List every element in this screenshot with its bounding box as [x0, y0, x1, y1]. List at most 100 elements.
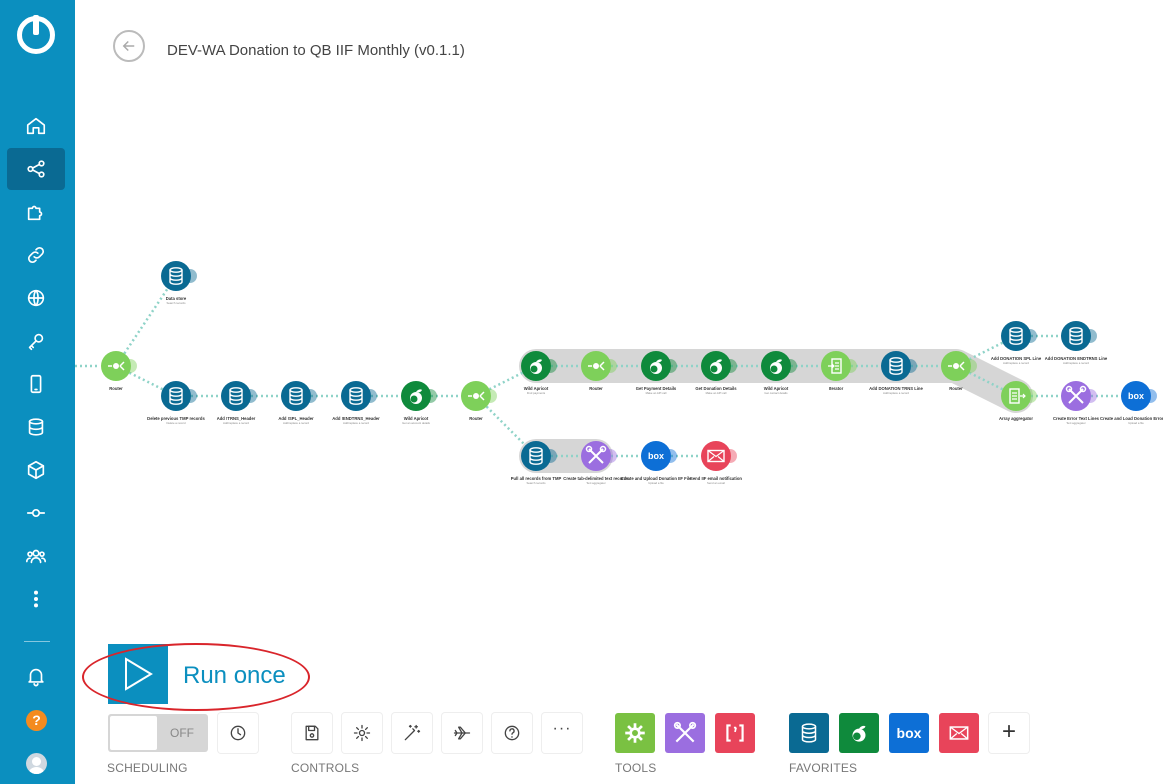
sidebar-item-connections[interactable]	[7, 234, 65, 276]
favorite-datastore[interactable]	[789, 713, 829, 753]
module-sublabel: Upload a file	[648, 481, 664, 485]
module-sublabel: Add/replace a record	[283, 421, 309, 425]
sidebar-item-webhooks[interactable]	[7, 277, 65, 319]
module-sublabel: Get an account details	[402, 421, 430, 425]
schedule-settings-button[interactable]	[218, 713, 258, 753]
toggle-state: OFF	[170, 726, 194, 740]
tools-label: TOOLS	[615, 761, 657, 775]
sidebar-item-notifications[interactable]	[7, 655, 65, 697]
arrow-left-icon	[122, 40, 135, 52]
flow-module[interactable]: Router	[101, 351, 137, 391]
module-label: Array aggregator	[999, 416, 1033, 421]
save-button[interactable]	[292, 713, 332, 753]
box-icon: box	[896, 725, 922, 741]
tools-tools[interactable]	[665, 713, 705, 753]
flow-module[interactable]: Send IIF email notificationSend an email	[690, 441, 742, 485]
sidebar-item-keys[interactable]	[7, 320, 65, 362]
share-icon	[27, 160, 45, 178]
flow-module[interactable]: Add !SPL_HeaderAdd/replace a record	[278, 381, 317, 425]
clock-icon	[230, 725, 246, 741]
sidebar-item-home[interactable]	[7, 105, 65, 147]
home-icon	[26, 117, 46, 135]
save-icon	[305, 725, 319, 741]
more-controls-button[interactable]: ···	[542, 713, 582, 753]
flow-module[interactable]: Create Error Text LinesText aggregator	[1053, 381, 1100, 425]
module-sublabel: Upload a file	[1128, 421, 1144, 425]
magic-wand-icon	[404, 724, 421, 741]
airplane-icon	[453, 726, 471, 740]
controls-label: CONTROLS	[291, 761, 360, 775]
module-sublabel: Text aggregator	[586, 481, 606, 485]
flow-link[interactable]	[114, 275, 178, 367]
back-button[interactable]	[113, 30, 145, 62]
module-sublabel: Add/replace a record	[1063, 361, 1089, 365]
flow-module[interactable]: Delete previous TMP recordsDelete a reco…	[147, 381, 205, 425]
favorite-box[interactable]: box	[889, 713, 929, 753]
flow-module[interactable]: Add DONATION ENDTRNS LineAdd/replace a r…	[1045, 321, 1108, 365]
flow-module[interactable]: Router	[461, 381, 497, 421]
sidebar-item-flow-control[interactable]	[7, 492, 65, 534]
flow-module[interactable]: Add DONATION SPL LineAdd/replace a recor…	[991, 321, 1042, 365]
gear-icon	[353, 724, 371, 742]
flow-module[interactable]: Array aggregator	[999, 381, 1037, 421]
sidebar-item-datastructures[interactable]	[7, 449, 65, 491]
module-sublabel: Search records	[527, 481, 547, 485]
flow-module[interactable]: Create and Load Donation Error FileUploa…	[1100, 381, 1163, 425]
mail-icon	[949, 726, 969, 740]
module-sublabel: Find payments	[527, 391, 546, 395]
flow-module[interactable]: Data storeSearch records	[161, 261, 197, 305]
tools-icon	[673, 721, 697, 743]
scenario-title: DEV-WA Donation to QB IIF Monthly (v0.1.…	[167, 42, 465, 59]
module-sublabel: Add/replace a record	[223, 421, 249, 425]
add-favorite-button[interactable]: +	[989, 713, 1029, 753]
apricot-icon	[852, 725, 866, 742]
module-sublabel: Add/replace a record	[343, 421, 369, 425]
sidebar-item-datastores[interactable]	[7, 406, 65, 448]
flow-module[interactable]: Create and Upload Donation IIF FileUploa…	[621, 441, 692, 485]
gear-icon	[625, 723, 645, 743]
sidebar-item-devices[interactable]	[7, 363, 65, 405]
module-sublabel: Delete a record	[166, 421, 186, 425]
module-sublabel: Make an API call	[706, 391, 727, 395]
sidebar-divider	[24, 641, 50, 642]
help-guide-button[interactable]	[492, 713, 532, 753]
module-sublabel: Send an email	[707, 481, 725, 485]
sidebar-item-more[interactable]	[7, 578, 65, 620]
flow-module[interactable]: Add !TRNS_HeaderAdd/replace a record	[217, 381, 257, 425]
sidebar-item-scenarios[interactable]	[7, 148, 65, 190]
sidebar-item-templates[interactable]	[7, 191, 65, 233]
tools-flow-control[interactable]	[615, 713, 655, 753]
flow-icon	[26, 508, 46, 518]
more-icon	[33, 590, 39, 608]
run-once-button[interactable]	[108, 644, 168, 704]
favorite-email[interactable]	[939, 713, 979, 753]
favorites-label: FAVORITES	[789, 761, 858, 775]
module-sublabel: Search records	[167, 301, 187, 305]
ellipsis-icon: ···	[552, 720, 572, 737]
flow-module[interactable]: Wild ApricotGet an account details	[401, 381, 437, 425]
play-icon	[125, 657, 153, 691]
box-icon	[647, 451, 665, 461]
scenario-canvas[interactable]: box Data storeSearch recordsRouterDelete…	[75, 240, 1163, 520]
explain-flow-button[interactable]	[442, 713, 482, 753]
help-button[interactable]: ?	[26, 710, 47, 731]
make-logo[interactable]	[17, 15, 55, 54]
sidebar-item-team[interactable]	[7, 535, 65, 577]
scenario-settings-button[interactable]	[342, 713, 382, 753]
scheduling-toggle[interactable]: OFF	[108, 714, 208, 752]
flow-module[interactable]: Add !ENDTRNS_HeaderAdd/replace a record	[332, 381, 380, 425]
app-window: { "header": { "title": "DEV-WA Donation …	[0, 0, 1163, 784]
puzzle-icon	[27, 205, 43, 221]
tools-text-parser[interactable]	[715, 713, 755, 753]
link-icon	[27, 246, 45, 264]
toggle-knob	[110, 716, 157, 750]
module-label: Router	[949, 386, 963, 391]
favorite-wild-apricot[interactable]	[839, 713, 879, 753]
avatar[interactable]	[26, 753, 47, 774]
auto-align-button[interactable]	[392, 713, 432, 753]
module-sublabel: Add/replace a record	[1003, 361, 1029, 365]
globe-icon	[27, 289, 45, 307]
bell-icon	[28, 668, 44, 687]
run-once-label[interactable]: Run once	[183, 662, 286, 690]
sidebar: ?	[0, 0, 75, 784]
